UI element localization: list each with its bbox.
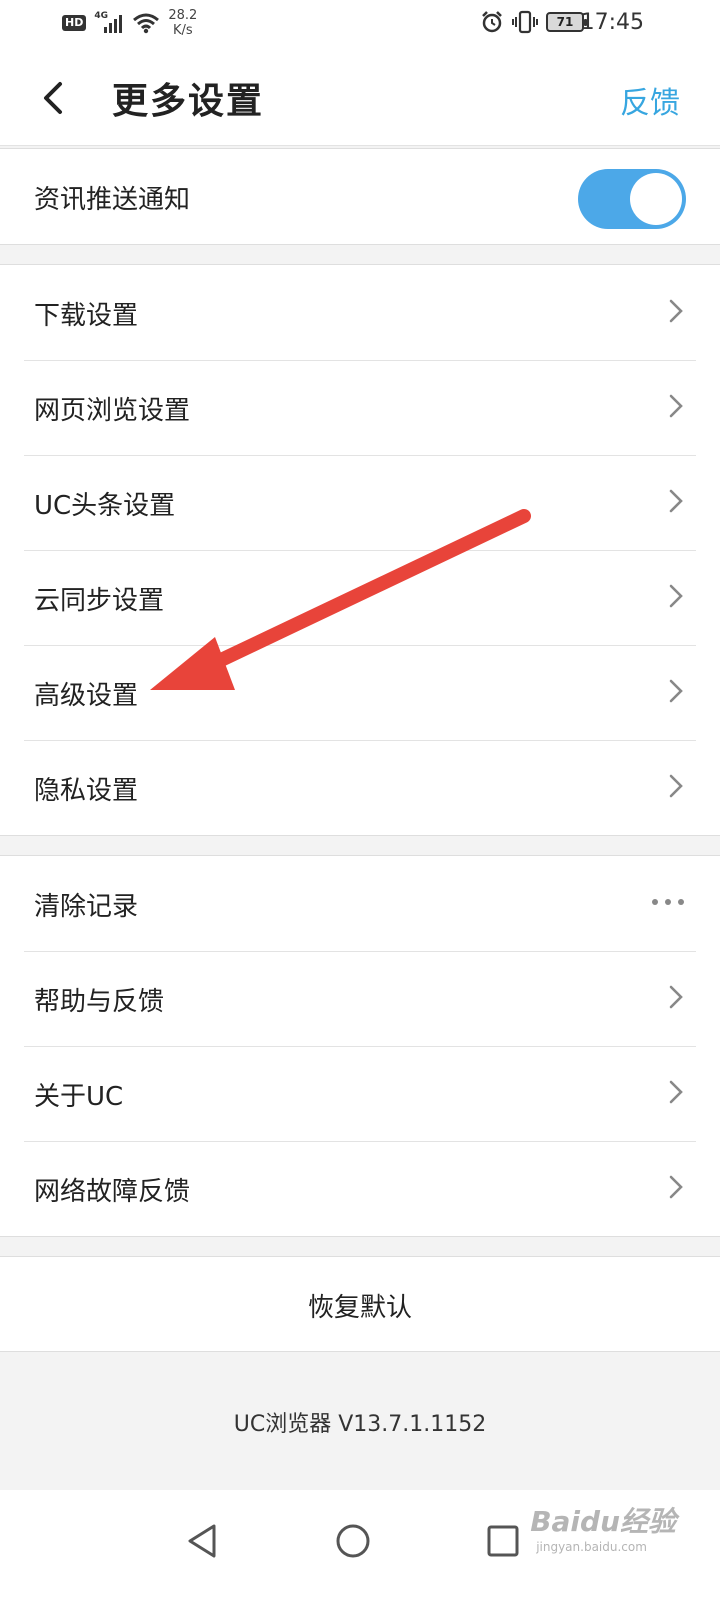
chevron-right-icon: [669, 394, 683, 418]
chevron-right-icon: [669, 985, 683, 1009]
settings-row-privacy[interactable]: 隐私设置: [0, 740, 720, 835]
settings-row-label: 高级设置: [34, 681, 139, 711]
hd-badge: HD: [62, 15, 87, 31]
settings-row-label: 云同步设置: [34, 586, 165, 616]
settings-row-label: 网页浏览设置: [34, 396, 191, 426]
restore-default-button[interactable]: 恢复默认: [308, 1287, 412, 1324]
settings-row-uc-headlines[interactable]: UC头条设置: [0, 455, 720, 550]
nav-recents-icon[interactable]: [478, 1516, 528, 1566]
status-left: HD 4G 28.2 K/s: [62, 8, 197, 38]
nav-home-icon[interactable]: [328, 1516, 378, 1566]
misc-row-label: 清除记录: [34, 892, 139, 922]
settings-row-label: UC头条设置: [34, 491, 176, 521]
feedback-button[interactable]: 反馈: [620, 78, 680, 122]
misc-row-about-uc[interactable]: 关于UC: [0, 1046, 720, 1141]
news-push-label: 资讯推送通知: [34, 185, 191, 215]
settings-row-advanced[interactable]: 高级设置: [0, 645, 720, 740]
misc-row-label: 网络故障反馈: [34, 1177, 191, 1207]
signal-bars: [104, 15, 123, 33]
status-right: 71: [480, 10, 587, 34]
back-arrow-icon[interactable]: [38, 78, 68, 118]
chevron-right-icon: [669, 679, 683, 703]
misc-row-label: 帮助与反馈: [34, 987, 165, 1017]
more-dots-icon: [652, 899, 684, 905]
speed-value: 28.2: [168, 8, 198, 23]
misc-row-help-feedback[interactable]: 帮助与反馈: [0, 951, 720, 1046]
settings-row-label: 下载设置: [34, 301, 139, 331]
network-speed: 28.2 K/s: [168, 8, 197, 38]
chevron-right-icon: [669, 489, 683, 513]
wifi-icon: [133, 13, 160, 34]
chevron-right-icon: [669, 584, 683, 608]
news-push-row: 资讯推送通知: [0, 149, 720, 244]
watermark-url: jingyan.baidu.com: [536, 1540, 647, 1554]
news-push-toggle[interactable]: [578, 169, 686, 229]
chevron-right-icon: [669, 299, 683, 323]
status-time: 17:45: [580, 10, 644, 35]
battery-indicator: 71: [546, 12, 587, 32]
settings-row-browsing[interactable]: 网页浏览设置: [0, 360, 720, 455]
baidu-jingyan-watermark: Baidu经验 jingyan.baidu.com: [530, 1500, 676, 1554]
cellular-signal-icon: 4G: [94, 11, 124, 35]
page-title: 更多设置: [112, 81, 265, 122]
settings-row-cloud-sync[interactable]: 云同步设置: [0, 550, 720, 645]
watermark-brand: Baidu经验: [530, 1505, 676, 1538]
top-bar: 更多设置 反馈: [0, 48, 720, 146]
misc-group: 清除记录 帮助与反馈 关于UC 网络故障反馈: [0, 855, 720, 1237]
settings-row-label: 隐私设置: [34, 776, 139, 806]
misc-row-clear-history[interactable]: 清除记录: [0, 856, 720, 951]
nav-back-icon[interactable]: [178, 1516, 228, 1566]
version-text: UC浏览器 V13.7.1.1152: [233, 1412, 487, 1437]
settings-row-download[interactable]: 下载设置: [0, 265, 720, 360]
news-push-card: 资讯推送通知: [0, 148, 720, 245]
misc-row-label: 关于UC: [34, 1082, 124, 1112]
settings-group: 下载设置 网页浏览设置 UC头条设置 云同步设置 高级设置 隐私设置: [0, 264, 720, 836]
misc-row-network-fault[interactable]: 网络故障反馈: [0, 1141, 720, 1236]
chevron-right-icon: [669, 774, 683, 798]
chevron-right-icon: [669, 1080, 683, 1104]
status-bar: HD 4G 28.2 K/s 71 17:45: [0, 0, 720, 48]
chevron-right-icon: [669, 1175, 683, 1199]
toggle-knob: [630, 173, 682, 225]
alarm-icon: [482, 11, 502, 33]
restore-default-bar: 恢复默认: [0, 1256, 720, 1352]
speed-unit: K/s: [172, 23, 193, 38]
vibrate-icon: [512, 10, 538, 34]
